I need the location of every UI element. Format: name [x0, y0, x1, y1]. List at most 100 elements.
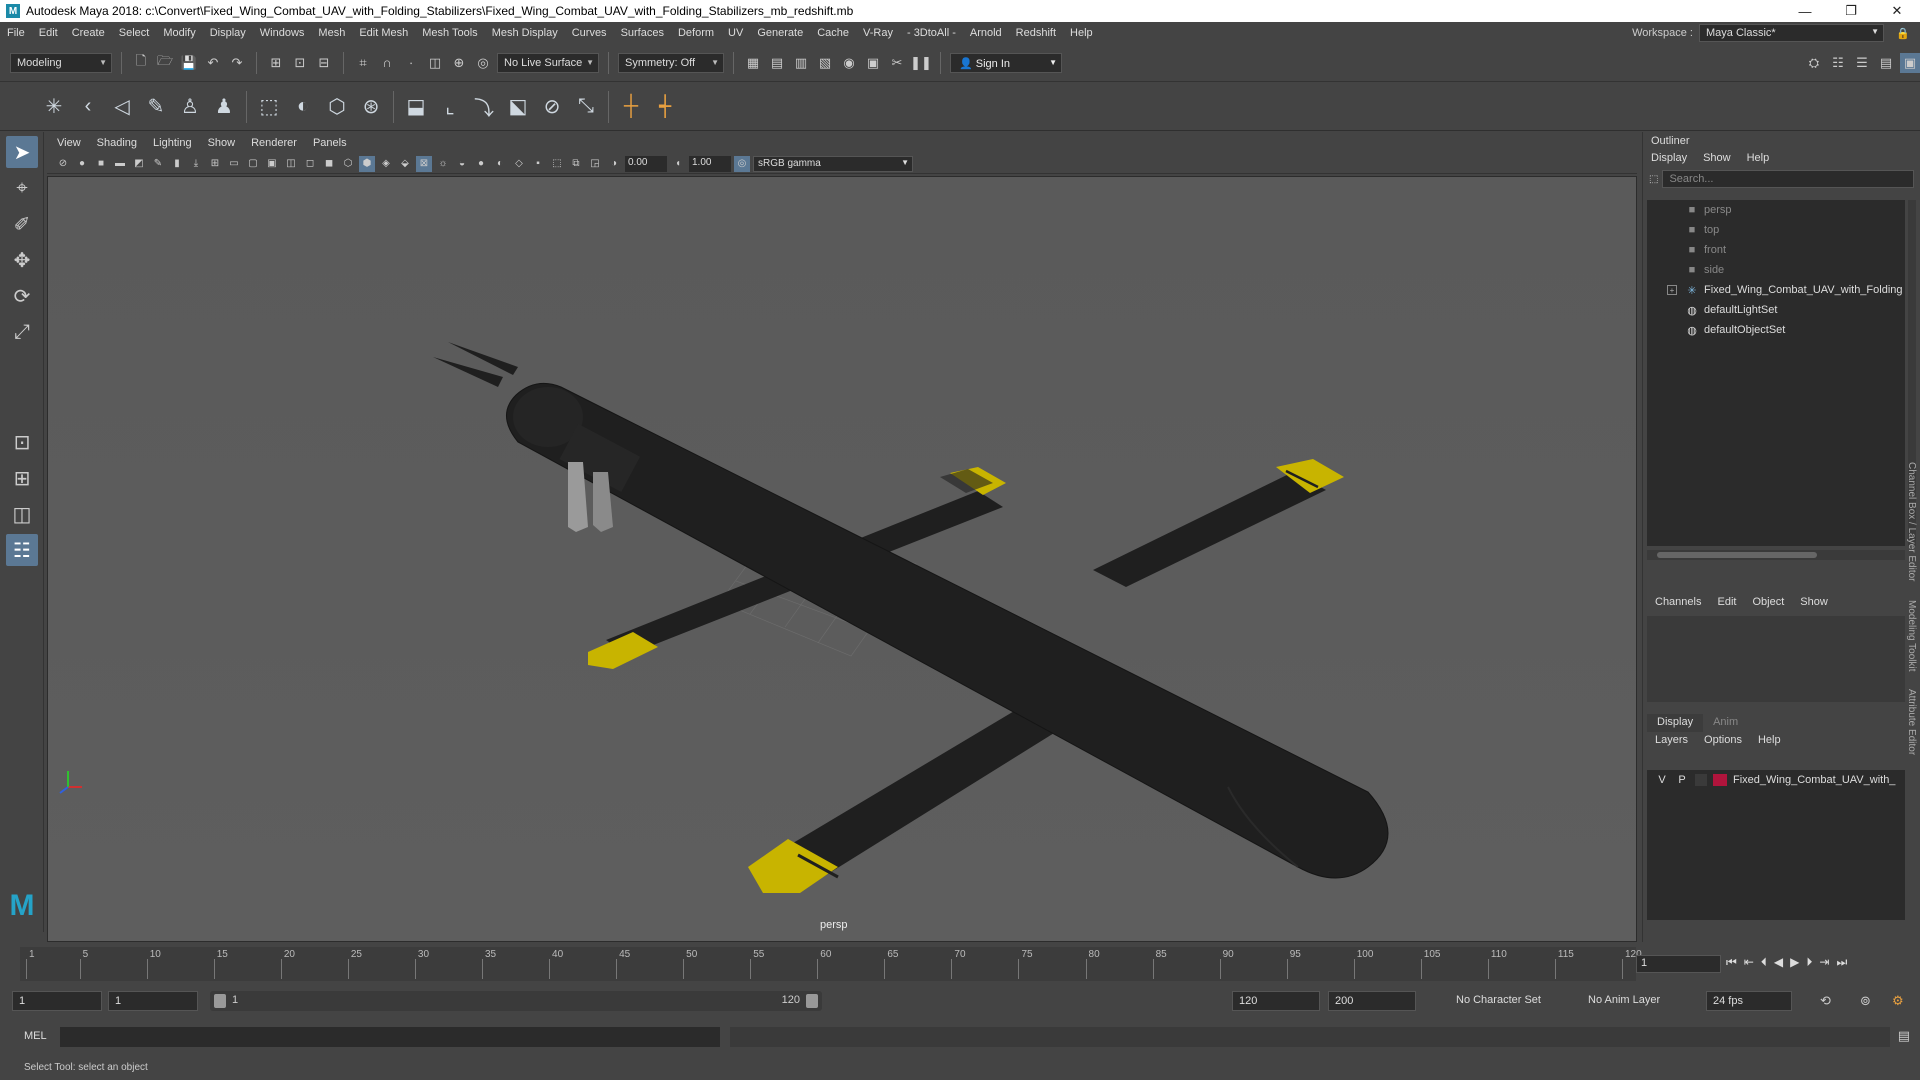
isolate-select-icon[interactable]: ⬚	[549, 156, 565, 172]
bookmark-icon[interactable]: ■	[93, 156, 109, 172]
snap-view-plane-icon[interactable]: ◫	[425, 53, 445, 73]
menu-windows[interactable]: Windows	[253, 27, 312, 39]
viewport-canvas[interactable]: persp	[47, 176, 1637, 942]
ipr-render-icon[interactable]: ▥	[791, 53, 811, 73]
gamma-icon[interactable]: ◖	[670, 156, 686, 172]
menu-cache[interactable]: Cache	[810, 27, 856, 39]
viewport-menu-shading[interactable]: Shading	[97, 137, 137, 149]
gamma-field[interactable]: 1.00	[689, 155, 731, 172]
bridge-icon[interactable]: ⤵	[470, 93, 498, 121]
scene-start-field[interactable]: 1	[12, 991, 102, 1011]
tab-display[interactable]: Display	[1647, 714, 1704, 732]
range-end-handle[interactable]	[806, 994, 818, 1008]
layers-menu-help[interactable]: Help	[1758, 734, 1781, 748]
color-management-icon[interactable]: ◎	[734, 155, 750, 172]
menu-modify[interactable]: Modify	[156, 27, 202, 39]
step-back-key-icon[interactable]: ⇤	[1744, 955, 1754, 970]
smooth-shade-icon[interactable]: ⬢	[359, 155, 375, 172]
joint-tool-icon[interactable]: ♟	[210, 93, 238, 121]
camera-lock-icon[interactable]: ●	[74, 156, 90, 172]
save-scene-icon[interactable]: 💾	[179, 53, 199, 73]
menu-create[interactable]: Create	[65, 27, 112, 39]
outliner-layout-icon[interactable]: ☷	[6, 534, 38, 566]
outliner-item-default-object-set[interactable]: ◍ defaultObjectSet	[1647, 320, 1905, 340]
tool-settings-icon[interactable]: ☰	[1852, 53, 1872, 73]
auto-key-icon[interactable]: ⊚	[1860, 993, 1871, 1009]
field-chart-icon[interactable]: ◫	[283, 156, 299, 172]
ambient-occlusion-icon[interactable]: ●	[473, 156, 489, 172]
snap-point-icon[interactable]: ∙	[401, 53, 421, 73]
current-frame-field[interactable]: 1	[1636, 955, 1721, 973]
minimize-icon[interactable]: —	[1782, 4, 1828, 19]
preferences-icon[interactable]: ⚙	[1892, 993, 1904, 1009]
grease-pencil-icon[interactable]: ✎	[150, 156, 166, 172]
menu-mesh-display[interactable]: Mesh Display	[485, 27, 565, 39]
character-set-dropdown[interactable]: No Character Set	[1452, 991, 1545, 1011]
pencil-curve-icon[interactable]: ✎	[142, 93, 170, 121]
polygon-cylinder-icon[interactable]: ⬡	[323, 93, 351, 121]
target-weld-icon[interactable]: ⤡	[572, 93, 600, 121]
sign-in-button[interactable]: 👤 Sign In	[950, 52, 1062, 73]
live-surface-dropdown[interactable]: No Live Surface	[497, 52, 599, 73]
viewport-menu-panels[interactable]: Panels	[313, 137, 347, 149]
polygon-cube-icon[interactable]: ⬚	[255, 93, 283, 121]
snap-curve-icon[interactable]: ∩	[377, 53, 397, 73]
lock-icon[interactable]: 🔒	[1896, 27, 1910, 40]
bevel-icon[interactable]: ⌞	[436, 93, 464, 121]
nurbs-curve-icon[interactable]: ✳	[40, 93, 68, 121]
expand-icon[interactable]: +	[1667, 285, 1677, 295]
render-frame-icon[interactable]: ▤	[767, 53, 787, 73]
go-to-start-icon[interactable]: ⏮	[1726, 955, 1737, 970]
polygon-sphere-icon[interactable]: ◐	[289, 93, 317, 121]
use-all-lights-icon[interactable]: ☼	[435, 156, 451, 172]
menu-select[interactable]: Select	[112, 27, 157, 39]
channels-menu-show[interactable]: Show	[1800, 596, 1828, 610]
loop-icon[interactable]: ⟲	[1820, 993, 1831, 1009]
extrude-icon[interactable]: ⬓	[402, 93, 430, 121]
anti-aliasing-icon[interactable]: ◇	[511, 156, 527, 172]
layer-editor-icon[interactable]: ▣	[1900, 52, 1920, 73]
xray-active-icon[interactable]: ◲	[587, 156, 603, 172]
go-to-end-icon[interactable]: ⏭	[1836, 955, 1847, 970]
channels-menu-channels[interactable]: Channels	[1655, 596, 1701, 610]
hypershade-icon[interactable]: ◉	[839, 53, 859, 73]
outliner-menu-show[interactable]: Show	[1703, 152, 1731, 166]
color-space-dropdown[interactable]: sRGB gamma	[753, 155, 913, 172]
scale-tool-icon[interactable]: ⤢	[6, 316, 38, 348]
outliner-search-input[interactable]: Search...	[1662, 170, 1914, 188]
new-scene-icon[interactable]: 🗋	[131, 53, 151, 73]
menu-generate[interactable]: Generate	[750, 27, 810, 39]
xray-joints-icon[interactable]: ⧉	[568, 156, 584, 172]
move-tool-icon[interactable]: ✥	[6, 244, 38, 276]
gate-mask-icon[interactable]: ▣	[264, 156, 280, 172]
bezier-curve-icon[interactable]: ◁	[108, 93, 136, 121]
side-tab-channel-box[interactable]: Channel Box / Layer Editor	[1906, 462, 1917, 582]
menu-curves[interactable]: Curves	[565, 27, 614, 39]
wireframe-icon[interactable]: ⬡	[340, 156, 356, 172]
step-forward-frame-icon[interactable]: ⏵	[1806, 955, 1812, 970]
snap-live-icon[interactable]: ◎	[473, 53, 493, 73]
camera-attributes-icon[interactable]: ⊘	[55, 156, 71, 172]
layer-type-toggle[interactable]	[1695, 774, 1707, 786]
channel-box-icon[interactable]: ▤	[1876, 53, 1896, 73]
mel-label[interactable]: MEL	[24, 1030, 47, 1042]
depth-of-field-icon[interactable]: ▪	[530, 156, 546, 172]
menu-arnold[interactable]: Arnold	[963, 27, 1009, 39]
safe-title-icon[interactable]: ◼	[321, 156, 337, 172]
layer-row[interactable]: V P Fixed_Wing_Combat_UAV_with_	[1647, 770, 1905, 790]
menu-deform[interactable]: Deform	[671, 27, 721, 39]
viewport-menu-renderer[interactable]: Renderer	[251, 137, 297, 149]
menu-edit[interactable]: Edit	[32, 27, 65, 39]
multi-cut-icon[interactable]: ⊘	[538, 93, 566, 121]
menu-uv[interactable]: UV	[721, 27, 750, 39]
menu-edit-mesh[interactable]: Edit Mesh	[352, 27, 415, 39]
snap-grid-icon[interactable]: ⌗	[353, 53, 373, 73]
outliner-item-side[interactable]: ■ side	[1647, 260, 1905, 280]
render-view-icon[interactable]: ▦	[743, 53, 763, 73]
close-icon[interactable]: ✕	[1874, 3, 1920, 19]
modeling-toolkit-icon[interactable]: ⛭	[1804, 53, 1824, 73]
range-bar[interactable]: 1 120	[210, 991, 822, 1011]
exposure-icon[interactable]: ◑	[606, 156, 622, 172]
command-input[interactable]	[60, 1027, 720, 1047]
rotate-tool-icon[interactable]: ⟳	[6, 280, 38, 312]
